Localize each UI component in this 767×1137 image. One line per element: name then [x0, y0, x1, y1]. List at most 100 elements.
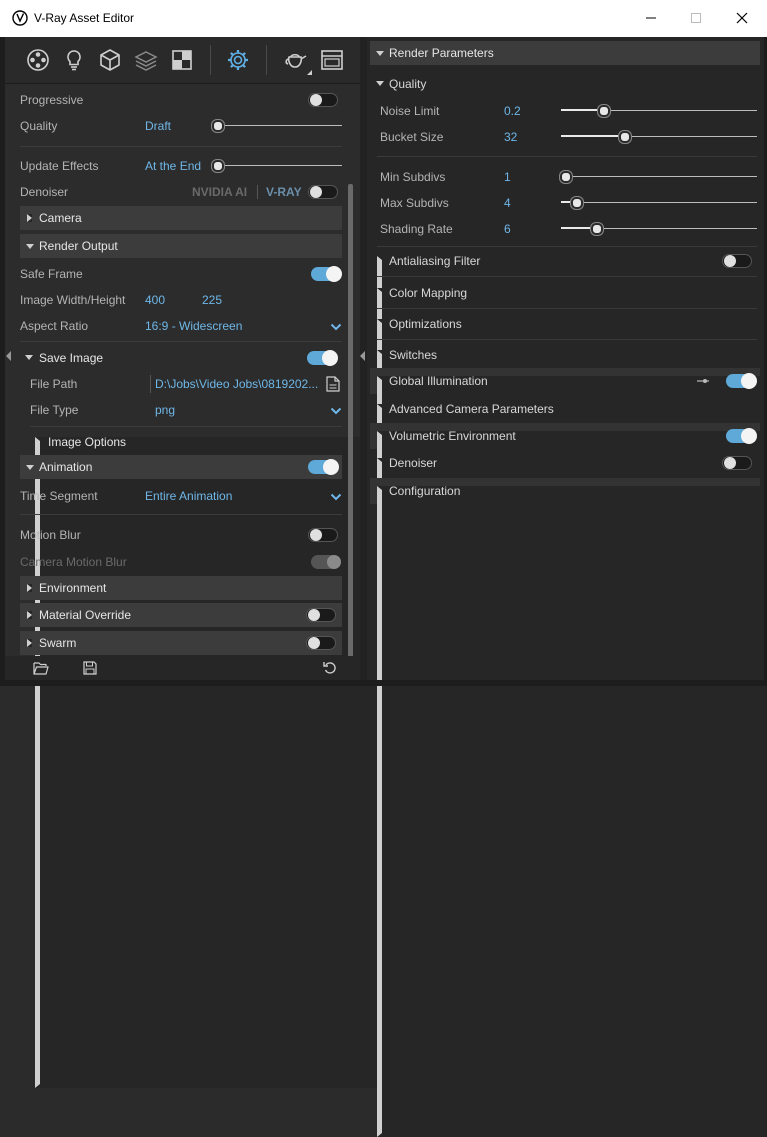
- bucket-size-slider-handle[interactable]: [619, 131, 631, 143]
- image-height-input[interactable]: 225: [202, 293, 222, 307]
- denoiser-section-toggle[interactable]: [722, 456, 752, 470]
- safe-frame-row: Safe Frame: [5, 261, 345, 287]
- shading-rate-value[interactable]: 6: [504, 222, 511, 236]
- quality-row: Quality Draft: [5, 113, 345, 139]
- image-width-input[interactable]: 400: [145, 293, 165, 307]
- save-image-row[interactable]: Save Image: [5, 345, 345, 371]
- bucket-size-slider[interactable]: [561, 135, 757, 137]
- noise-limit-value[interactable]: 0.2: [504, 104, 521, 118]
- materials-button[interactable]: [24, 46, 52, 74]
- collapse-right-arrow-icon[interactable]: [360, 351, 365, 361]
- min-subdivs-slider[interactable]: [561, 176, 757, 177]
- shading-rate-row: Shading Rate 6: [367, 216, 764, 242]
- lights-button[interactable]: [60, 46, 88, 74]
- animation-section[interactable]: Animation: [20, 455, 342, 479]
- textures-button[interactable]: [168, 46, 196, 74]
- max-subdivs-value[interactable]: 4: [504, 196, 511, 210]
- close-button[interactable]: [719, 4, 765, 32]
- advanced-camera-parameters-section[interactable]: Advanced Camera Parameters: [370, 396, 767, 1055]
- browse-file-icon[interactable]: [326, 376, 340, 392]
- progressive-row: Progressive: [5, 87, 345, 113]
- bucket-size-value[interactable]: 32: [504, 130, 517, 144]
- noise-limit-row: Noise Limit 0.2: [367, 98, 764, 124]
- safe-frame-toggle[interactable]: [311, 266, 342, 282]
- image-options-row[interactable]: Image Options: [5, 429, 437, 1088]
- color-mapping-section[interactable]: Color Mapping: [370, 280, 767, 939]
- max-subdivs-slider[interactable]: [561, 201, 757, 203]
- denoiser-option-separator: [257, 185, 258, 199]
- panel-splitter[interactable]: [360, 37, 367, 680]
- save-image-toggle[interactable]: [307, 350, 338, 366]
- motion-blur-toggle[interactable]: [308, 528, 338, 542]
- render-button[interactable]: [281, 46, 309, 74]
- maximize-button[interactable]: [673, 4, 719, 32]
- settings-button[interactable]: [224, 46, 252, 74]
- chevron-down-icon[interactable]: [330, 321, 342, 333]
- collapse-left-arrow-icon[interactable]: [6, 351, 11, 361]
- render-parameters-header[interactable]: Render Parameters: [370, 41, 760, 65]
- expand-arrow-icon: [27, 214, 32, 222]
- image-size-label: Image Width/Height: [20, 293, 126, 307]
- optimizations-section[interactable]: Optimizations: [370, 311, 767, 970]
- min-subdivs-row: Min Subdivs 1: [367, 164, 764, 190]
- chevron-down-icon[interactable]: [330, 491, 342, 503]
- camera-motion-blur-row: Camera Motion Blur: [5, 549, 345, 575]
- file-path-input[interactable]: D:\Jobs\Video Jobs\0819202...: [155, 377, 318, 391]
- save-icon[interactable]: [83, 661, 97, 675]
- chevron-down-icon[interactable]: [330, 405, 342, 417]
- reset-icon[interactable]: [323, 661, 337, 675]
- denoiser-vray-option[interactable]: V-RAY: [266, 185, 302, 199]
- material-override-section[interactable]: Material Override: [20, 603, 342, 627]
- switches-section[interactable]: Switches: [370, 342, 767, 1001]
- camera-section[interactable]: Camera: [20, 206, 342, 230]
- quality-slider-handle[interactable]: [212, 120, 224, 132]
- denoiser-toggle[interactable]: [308, 185, 338, 199]
- render-output-section[interactable]: Render Output: [20, 234, 342, 258]
- time-segment-dropdown[interactable]: Entire Animation: [145, 489, 232, 503]
- max-subdivs-slider-handle[interactable]: [571, 197, 583, 209]
- animation-toggle[interactable]: [308, 459, 339, 475]
- update-effects-slider-handle[interactable]: [212, 160, 224, 172]
- shading-rate-slider-handle[interactable]: [591, 223, 603, 235]
- swarm-section[interactable]: Swarm: [20, 631, 342, 655]
- update-effects-slider[interactable]: [217, 165, 342, 166]
- geometry-button[interactable]: [96, 46, 124, 74]
- progressive-label: Progressive: [20, 93, 84, 107]
- quality-group-header[interactable]: Quality: [370, 71, 760, 97]
- render-options-corner-icon[interactable]: [307, 70, 312, 75]
- denoiser-row: Denoiser NVIDIA AI V-RAY: [5, 179, 345, 205]
- min-subdivs-slider-handle[interactable]: [560, 171, 572, 183]
- quality-slider[interactable]: [217, 125, 342, 126]
- open-folder-icon[interactable]: [33, 661, 49, 675]
- denoiser-section[interactable]: Denoiser: [370, 450, 767, 1109]
- settings-scrollbar[interactable]: [348, 184, 353, 680]
- layers-button[interactable]: [132, 46, 160, 74]
- window-title: V-Ray Asset Editor: [34, 11, 135, 25]
- render-parameters-title: Render Parameters: [389, 46, 494, 60]
- material-override-toggle[interactable]: [306, 608, 336, 622]
- environment-section[interactable]: Environment: [20, 576, 342, 600]
- minimize-button[interactable]: [628, 4, 674, 32]
- shading-rate-label: Shading Rate: [380, 222, 453, 236]
- noise-limit-slider-handle[interactable]: [598, 105, 610, 117]
- noise-limit-slider[interactable]: [561, 109, 757, 111]
- progressive-toggle[interactable]: [308, 93, 338, 107]
- aspect-ratio-dropdown[interactable]: 16:9 - Widescreen: [145, 319, 242, 333]
- update-effects-value: At the End: [145, 159, 202, 173]
- global-illumination-toggle[interactable]: [726, 373, 757, 389]
- configuration-section[interactable]: Configuration: [370, 478, 767, 1137]
- geometry-icon: [100, 49, 120, 71]
- expand-arrow-icon: [27, 611, 32, 619]
- antialiasing-filter-toggle[interactable]: [722, 254, 752, 268]
- min-subdivs-value[interactable]: 1: [504, 170, 511, 184]
- link-icon[interactable]: [696, 376, 710, 386]
- volumetric-environment-toggle[interactable]: [726, 428, 757, 444]
- file-type-dropdown[interactable]: png: [155, 403, 175, 417]
- frame-buffer-button[interactable]: [318, 46, 346, 74]
- antialiasing-filter-section[interactable]: Antialiasing Filter: [370, 248, 767, 907]
- global-illumination-section[interactable]: Global Illumination: [370, 368, 767, 1027]
- swarm-toggle[interactable]: [306, 636, 336, 650]
- volumetric-environment-section[interactable]: Volumetric Environment: [370, 423, 767, 1082]
- configuration-title: Configuration: [389, 484, 461, 498]
- denoiser-nvidia-option[interactable]: NVIDIA AI: [192, 185, 247, 199]
